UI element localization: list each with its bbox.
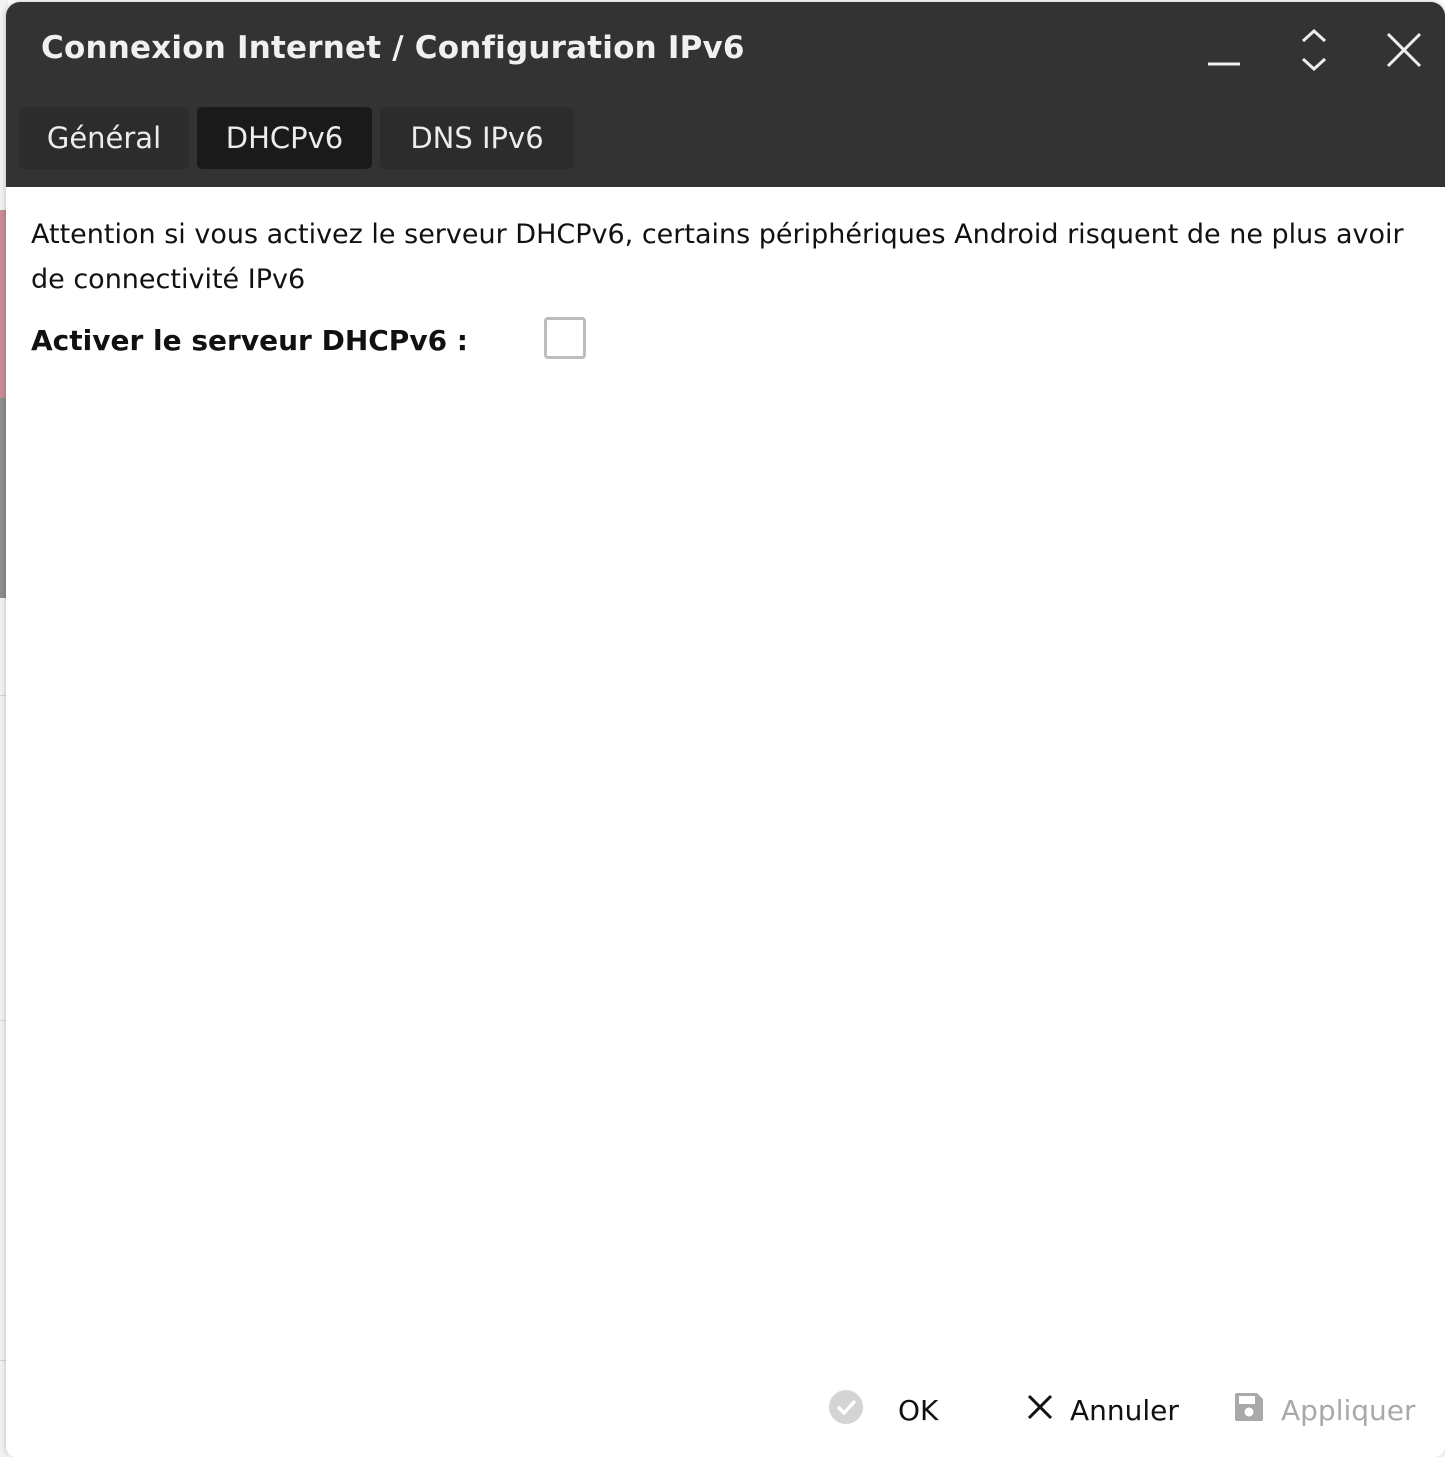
floppy-disk-icon xyxy=(1233,1391,1265,1430)
maximize-button[interactable] xyxy=(1286,24,1342,80)
enable-dhcp-row: Activer le serveur DHCPv6 : xyxy=(31,317,1426,377)
check-circle-icon xyxy=(828,1389,864,1432)
dialog-window: Connexion Internet / Configuration IPv6 … xyxy=(6,2,1445,1457)
minimize-icon xyxy=(1208,62,1240,66)
dialog-header: Connexion Internet / Configuration IPv6 … xyxy=(6,2,1445,187)
ok-button[interactable]: OK xyxy=(828,1377,938,1443)
tab-content: Attention si vous activez le serveur DHC… xyxy=(31,212,1426,377)
dialog-footer: OK Annuler Appliquer xyxy=(6,1377,1445,1447)
enable-dhcp-label: Activer le serveur DHCPv6 : xyxy=(31,324,469,357)
x-icon xyxy=(1026,1393,1054,1428)
minimize-button[interactable] xyxy=(1196,24,1252,80)
tab-dns-ipv6[interactable]: DNS IPv6 xyxy=(380,107,574,169)
close-button[interactable] xyxy=(1376,24,1432,80)
warning-text: Attention si vous activez le serveur DHC… xyxy=(31,219,1404,295)
enable-dhcp-checkbox[interactable] xyxy=(544,317,586,359)
tab-dhcpv6[interactable]: DHCPv6 xyxy=(197,107,372,169)
cancel-label: Annuler xyxy=(1070,1393,1179,1427)
cancel-button[interactable]: Annuler xyxy=(1026,1377,1179,1443)
ok-label: OK xyxy=(898,1393,939,1427)
dialog-title: Connexion Internet / Configuration IPv6 xyxy=(41,30,745,66)
apply-label: Appliquer xyxy=(1281,1393,1416,1427)
tab-general[interactable]: Général xyxy=(19,107,189,169)
expand-collapse-icon xyxy=(1301,28,1327,72)
close-icon xyxy=(1386,32,1422,68)
apply-button[interactable]: Appliquer xyxy=(1233,1377,1416,1443)
